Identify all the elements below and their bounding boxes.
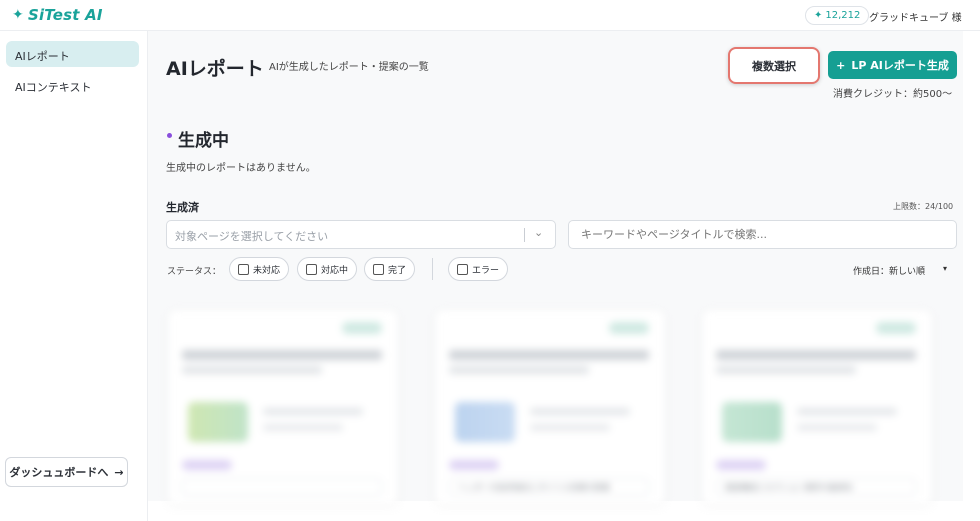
card-thumbnail bbox=[188, 402, 248, 442]
checkbox-icon bbox=[373, 263, 384, 275]
card-subtitle-placeholder bbox=[182, 366, 322, 374]
generate-report-label: LP AIレポート生成 bbox=[851, 59, 949, 72]
target-page-placeholder: 対象ページを選択してください bbox=[175, 230, 329, 243]
card-thumbnail bbox=[455, 402, 515, 442]
card-footer: 画面構成とセクション順序の最適化 bbox=[716, 478, 916, 496]
card-footer: ヘッダーの訴求強化とタイトル改善の提案 bbox=[449, 478, 649, 496]
plus-icon: + bbox=[836, 58, 846, 72]
checkbox-icon bbox=[238, 263, 249, 275]
report-limit-count: 上限数：24/100 bbox=[893, 202, 954, 211]
generating-section-title: 生成中 bbox=[178, 131, 229, 151]
sidebar-item-ai-context[interactable]: AIコンテキスト bbox=[6, 72, 139, 98]
top-bar: ✦ SiTest AI ✦ 12,212 グラッドキューブ 様 bbox=[0, 0, 980, 31]
checkbox-icon bbox=[457, 263, 468, 275]
caret-down-icon[interactable]: ▾ bbox=[943, 264, 947, 273]
card-title-placeholder bbox=[449, 350, 649, 360]
status-filter-unhandled[interactable]: 未対応 bbox=[229, 257, 290, 281]
card-text-placeholder bbox=[263, 424, 343, 431]
card-footer bbox=[182, 478, 382, 496]
generated-section-title: 生成済 bbox=[166, 201, 199, 214]
chevron-down-icon[interactable]: ⌄ bbox=[534, 226, 543, 239]
report-card[interactable]: ヘッダーの訴求強化とタイトル改善の提案 bbox=[435, 310, 665, 505]
card-subtitle-placeholder bbox=[716, 366, 856, 374]
credit-balance-value: 12,212 bbox=[825, 10, 861, 21]
credit-cost-note: 消費クレジット：約500〜 bbox=[833, 89, 953, 100]
multi-select-button[interactable]: 複数選択 bbox=[728, 47, 820, 84]
sparkle-icon: ✦ bbox=[814, 10, 823, 21]
card-text-placeholder bbox=[263, 408, 363, 415]
status-filter-error[interactable]: エラー bbox=[448, 257, 509, 281]
page-subtitle: AIが生成したレポート・提案の一覧 bbox=[269, 62, 429, 73]
report-card[interactable]: 画面構成とセクション順序の最適化 bbox=[702, 310, 932, 505]
arrow-right-icon: → bbox=[114, 465, 124, 479]
card-thumbnail bbox=[722, 402, 782, 442]
target-page-select[interactable]: 対象ページを選択してください ⌄ bbox=[166, 220, 556, 249]
status-filter-label-error: エラー bbox=[472, 265, 500, 276]
card-category-tag bbox=[716, 460, 766, 470]
status-filter-done[interactable]: 完了 bbox=[364, 257, 416, 281]
status-filter-label-done: 完了 bbox=[388, 265, 407, 276]
credit-balance-badge[interactable]: ✦ 12,212 bbox=[805, 6, 870, 25]
status-filter-label-in-progress: 対応中 bbox=[321, 265, 349, 276]
status-badge bbox=[609, 322, 649, 334]
card-title-placeholder bbox=[182, 350, 382, 360]
status-dot-icon bbox=[167, 133, 172, 138]
keyword-search-input[interactable] bbox=[568, 220, 957, 249]
sidebar-item-ai-report[interactable]: AIレポート bbox=[6, 41, 139, 67]
card-text-placeholder bbox=[530, 424, 610, 431]
card-text-placeholder bbox=[797, 424, 877, 431]
generate-report-button[interactable]: + LP AIレポート生成 bbox=[828, 51, 957, 79]
status-filter-in-progress[interactable]: 対応中 bbox=[297, 257, 358, 281]
report-card[interactable] bbox=[168, 310, 398, 505]
user-name[interactable]: グラッドキューブ 様 bbox=[869, 9, 962, 24]
card-category-tag bbox=[449, 460, 499, 470]
dashboard-button[interactable]: ダッシュュボードへ → bbox=[5, 457, 128, 487]
status-filter-label: ステータス： bbox=[167, 267, 222, 277]
filter-divider bbox=[432, 258, 433, 280]
checkbox-icon bbox=[306, 263, 317, 275]
card-text-placeholder bbox=[530, 408, 630, 415]
logo-text: SiTest AI bbox=[27, 6, 103, 24]
status-filter-label-unhandled: 未対応 bbox=[253, 265, 281, 276]
card-subtitle-placeholder bbox=[449, 366, 589, 374]
page-title: AIレポート bbox=[166, 58, 264, 80]
status-badge bbox=[876, 322, 916, 334]
dashboard-button-label: ダッシュュボードへ bbox=[9, 466, 109, 479]
card-category-tag bbox=[182, 460, 232, 470]
card-text-placeholder bbox=[797, 408, 897, 415]
generating-empty-message: 生成中のレポートはありません。 bbox=[166, 163, 316, 174]
card-title-placeholder bbox=[716, 350, 916, 360]
select-divider bbox=[524, 228, 525, 242]
sort-select[interactable]: 作成日：新しい順 bbox=[853, 264, 925, 277]
status-badge bbox=[342, 322, 382, 334]
sparkle-icon: ✦ bbox=[12, 7, 24, 23]
app-logo[interactable]: ✦ SiTest AI bbox=[12, 6, 103, 24]
sidebar: AIレポート AIコンテキスト ダッシュュボードへ → bbox=[0, 31, 148, 521]
scrollbar[interactable] bbox=[963, 31, 980, 501]
